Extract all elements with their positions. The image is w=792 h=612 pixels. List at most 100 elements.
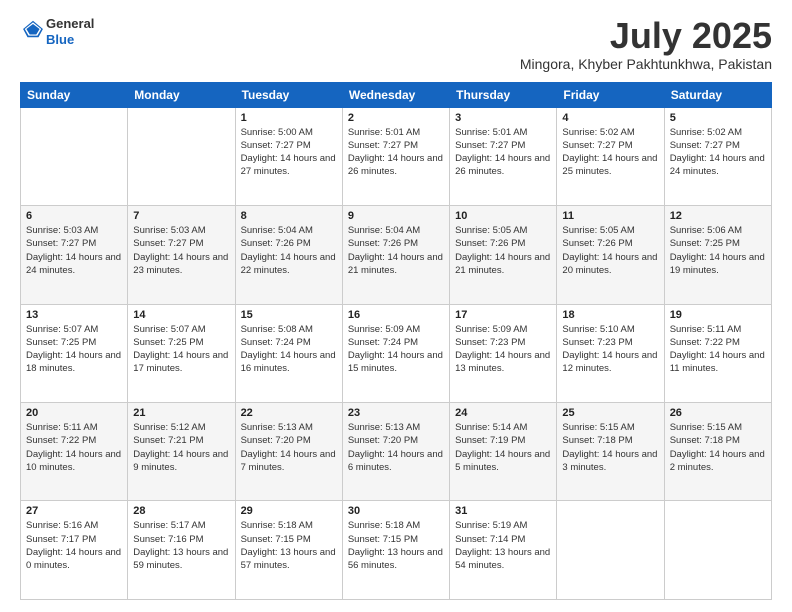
day-detail: Sunrise: 5:13 AM Sunset: 7:20 PM Dayligh…: [348, 421, 444, 474]
logo: General Blue: [20, 16, 94, 47]
day-number: 7: [133, 210, 229, 222]
weekday-header-saturday: Saturday: [664, 82, 771, 107]
day-number: 9: [348, 210, 444, 222]
calendar-cell: 15 Sunrise: 5:08 AM Sunset: 7:24 PM Dayli…: [235, 304, 342, 402]
day-detail: Sunrise: 5:15 AM Sunset: 7:18 PM Dayligh…: [670, 421, 766, 474]
calendar-cell: 29 Sunrise: 5:18 AM Sunset: 7:15 PM Dayli…: [235, 501, 342, 600]
calendar-cell: 5 Sunrise: 5:02 AM Sunset: 7:27 PM Daylig…: [664, 107, 771, 205]
day-number: 13: [26, 309, 122, 321]
day-detail: Sunrise: 5:11 AM Sunset: 7:22 PM Dayligh…: [26, 421, 122, 474]
location: Mingora, Khyber Pakhtunkhwa, Pakistan: [520, 56, 772, 72]
title-area: July 2025 Mingora, Khyber Pakhtunkhwa, P…: [520, 16, 772, 72]
calendar-cell: 27 Sunrise: 5:16 AM Sunset: 7:17 PM Dayli…: [21, 501, 128, 600]
day-number: 3: [455, 112, 551, 124]
day-number: 17: [455, 309, 551, 321]
day-detail: Sunrise: 5:15 AM Sunset: 7:18 PM Dayligh…: [562, 421, 658, 474]
calendar-cell: 11 Sunrise: 5:05 AM Sunset: 7:26 PM Dayli…: [557, 206, 664, 304]
day-detail: Sunrise: 5:18 AM Sunset: 7:15 PM Dayligh…: [348, 519, 444, 572]
weekday-header-thursday: Thursday: [450, 82, 557, 107]
day-number: 2: [348, 112, 444, 124]
calendar-cell: [557, 501, 664, 600]
day-number: 4: [562, 112, 658, 124]
calendar-cell: 6Sunrise: 5:03 AM Sunset: 7:27 PM Daylig…: [21, 206, 128, 304]
calendar-week-row: 6 Sunrise: 5:03 AM Sunset: 7:27 PM Daylig…: [21, 206, 772, 304]
calendar-cell: 24 Sunrise: 5:14 AM Sunset: 7:19 PM Dayli…: [450, 403, 557, 501]
header: General Blue July 2025 Mingora, Khyber P…: [20, 16, 772, 72]
day-detail: Sunrise: 5:13 AM Sunset: 7:20 PM Dayligh…: [241, 421, 337, 474]
day-number: 19: [670, 309, 766, 321]
calendar-cell: 28 Sunrise: 5:17 AM Sunset: 7:16 PM Dayli…: [128, 501, 235, 600]
calendar-cell: [21, 107, 128, 205]
day-detail: Sunrise: 5:14 AM Sunset: 7:19 PM Dayligh…: [455, 421, 551, 474]
logo-general-text: General: [46, 16, 94, 32]
day-detail: Sunrise: 5:12 AM Sunset: 7:21 PM Dayligh…: [133, 421, 229, 474]
day-number: 26: [670, 407, 766, 419]
day-detail: Sunrise: 5:03 AM Sunset: 7:27 PM Dayligh…: [133, 224, 229, 277]
day-number: 28: [133, 505, 229, 517]
calendar-table: SundayMondayTuesdayWednesdayThursdayFrid…: [20, 82, 772, 600]
day-number: 14: [133, 309, 229, 321]
day-detail: Sunrise: 5:05 AM Sunset: 7:26 PM Dayligh…: [562, 224, 658, 277]
day-number: 20: [26, 407, 122, 419]
day-detail: Sunrise: 5:19 AM Sunset: 7:14 PM Dayligh…: [455, 519, 551, 572]
calendar-cell: 3 Sunrise: 5:01 AM Sunset: 7:27 PM Daylig…: [450, 107, 557, 205]
month-title: July 2025: [520, 16, 772, 56]
day-number: 22: [241, 407, 337, 419]
calendar-week-row: 1Sunrise: 5:00 AM Sunset: 7:27 PM Daylig…: [21, 107, 772, 205]
day-detail: Sunrise: 5:09 AM Sunset: 7:24 PM Dayligh…: [348, 323, 444, 376]
calendar-cell: 9 Sunrise: 5:04 AM Sunset: 7:26 PM Daylig…: [342, 206, 449, 304]
day-detail: Sunrise: 5:18 AM Sunset: 7:15 PM Dayligh…: [241, 519, 337, 572]
calendar-cell: [128, 107, 235, 205]
calendar-cell: 26 Sunrise: 5:15 AM Sunset: 7:18 PM Dayli…: [664, 403, 771, 501]
day-detail: Sunrise: 5:02 AM Sunset: 7:27 PM Dayligh…: [670, 126, 766, 179]
calendar-cell: 14Sunrise: 5:07 AM Sunset: 7:25 PM Dayli…: [128, 304, 235, 402]
calendar-cell: 12 Sunrise: 5:06 AM Sunset: 7:25 PM Dayli…: [664, 206, 771, 304]
day-number: 23: [348, 407, 444, 419]
calendar-cell: 21 Sunrise: 5:12 AM Sunset: 7:21 PM Dayli…: [128, 403, 235, 501]
day-detail: Sunrise: 5:01 AM Sunset: 7:27 PM Dayligh…: [455, 126, 551, 179]
day-detail: Sunrise: 5:10 AM Sunset: 7:23 PM Dayligh…: [562, 323, 658, 376]
day-number: 8: [241, 210, 337, 222]
day-detail: Sunrise: 5:06 AM Sunset: 7:25 PM Dayligh…: [670, 224, 766, 277]
day-number: 25: [562, 407, 658, 419]
day-number: 6: [26, 210, 122, 222]
weekday-header-wednesday: Wednesday: [342, 82, 449, 107]
day-detail: Sunrise: 5:04 AM Sunset: 7:26 PM Dayligh…: [348, 224, 444, 277]
calendar-cell: 4 Sunrise: 5:02 AM Sunset: 7:27 PM Daylig…: [557, 107, 664, 205]
calendar-week-row: 27 Sunrise: 5:16 AM Sunset: 7:17 PM Dayli…: [21, 501, 772, 600]
day-number: 16: [348, 309, 444, 321]
day-number: 10: [455, 210, 551, 222]
day-number: 12: [670, 210, 766, 222]
calendar-cell: 30Sunrise: 5:18 AM Sunset: 7:15 PM Dayli…: [342, 501, 449, 600]
page: General Blue July 2025 Mingora, Khyber P…: [0, 0, 792, 612]
weekday-header-sunday: Sunday: [21, 82, 128, 107]
calendar-cell: 2Sunrise: 5:01 AM Sunset: 7:27 PM Daylig…: [342, 107, 449, 205]
day-number: 1: [241, 112, 337, 124]
calendar-cell: 18Sunrise: 5:10 AM Sunset: 7:23 PM Dayli…: [557, 304, 664, 402]
day-number: 29: [241, 505, 337, 517]
day-detail: Sunrise: 5:09 AM Sunset: 7:23 PM Dayligh…: [455, 323, 551, 376]
weekday-header-tuesday: Tuesday: [235, 82, 342, 107]
day-detail: Sunrise: 5:08 AM Sunset: 7:24 PM Dayligh…: [241, 323, 337, 376]
day-detail: Sunrise: 5:17 AM Sunset: 7:16 PM Dayligh…: [133, 519, 229, 572]
calendar-cell: 22 Sunrise: 5:13 AM Sunset: 7:20 PM Dayli…: [235, 403, 342, 501]
weekday-header-row: SundayMondayTuesdayWednesdayThursdayFrid…: [21, 82, 772, 107]
calendar-cell: 19Sunrise: 5:11 AM Sunset: 7:22 PM Dayli…: [664, 304, 771, 402]
day-detail: Sunrise: 5:02 AM Sunset: 7:27 PM Dayligh…: [562, 126, 658, 179]
day-detail: Sunrise: 5:16 AM Sunset: 7:17 PM Dayligh…: [26, 519, 122, 572]
calendar-cell: 31Sunrise: 5:19 AM Sunset: 7:14 PM Dayli…: [450, 501, 557, 600]
day-detail: Sunrise: 5:04 AM Sunset: 7:26 PM Dayligh…: [241, 224, 337, 277]
calendar-cell: 10Sunrise: 5:05 AM Sunset: 7:26 PM Dayli…: [450, 206, 557, 304]
logo-blue-text: Blue: [46, 32, 94, 48]
calendar-cell: 25 Sunrise: 5:15 AM Sunset: 7:18 PM Dayli…: [557, 403, 664, 501]
day-number: 27: [26, 505, 122, 517]
day-number: 5: [670, 112, 766, 124]
day-number: 15: [241, 309, 337, 321]
calendar-cell: 16 Sunrise: 5:09 AM Sunset: 7:24 PM Dayli…: [342, 304, 449, 402]
day-number: 11: [562, 210, 658, 222]
calendar-cell: [664, 501, 771, 600]
calendar-week-row: 20 Sunrise: 5:11 AM Sunset: 7:22 PM Dayli…: [21, 403, 772, 501]
day-number: 21: [133, 407, 229, 419]
calendar-cell: 17 Sunrise: 5:09 AM Sunset: 7:23 PM Dayli…: [450, 304, 557, 402]
day-number: 24: [455, 407, 551, 419]
